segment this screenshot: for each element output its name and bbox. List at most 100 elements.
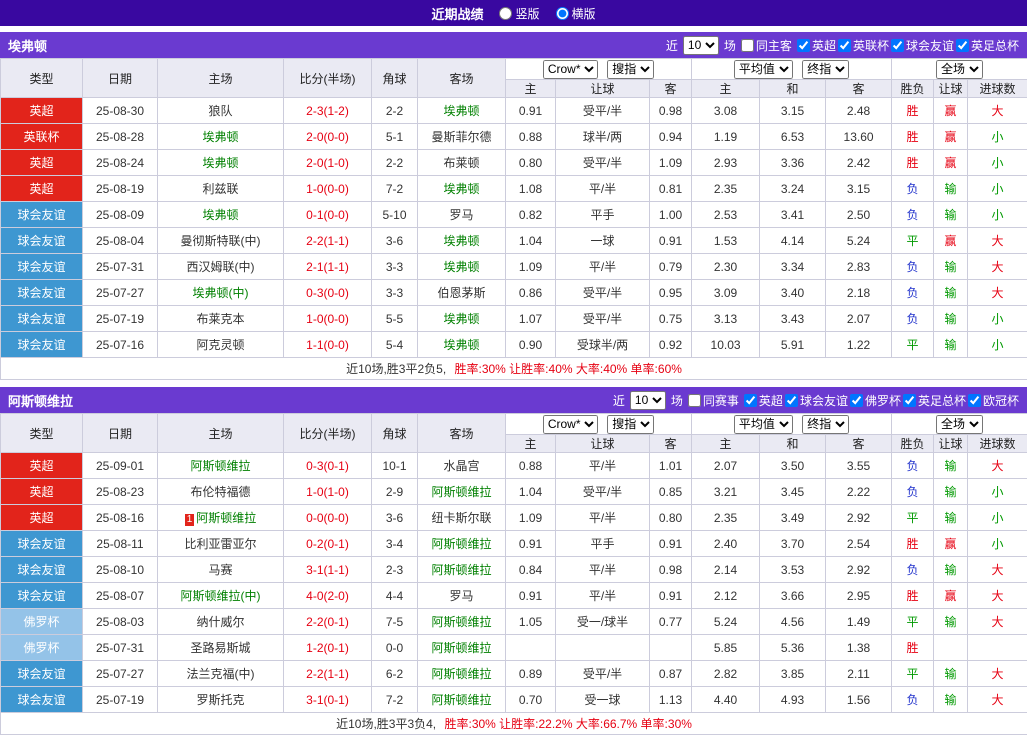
league-checkbox[interactable] bbox=[796, 38, 810, 52]
match-date: 25-08-28 bbox=[82, 123, 158, 150]
avg-home: 10.03 bbox=[691, 331, 761, 358]
corner-score: 5-10 bbox=[371, 201, 418, 228]
summary-record: 近10场,胜3平3负4, bbox=[336, 717, 437, 731]
horizontal-radio[interactable] bbox=[555, 6, 569, 20]
league-checkbox[interactable] bbox=[743, 393, 757, 407]
final-odds-select[interactable]: 终指 bbox=[802, 59, 850, 79]
top-bar: 近期战绩 竖版 横版 bbox=[0, 0, 1027, 26]
col-away: 客场 bbox=[417, 413, 506, 453]
col-avg-draw: 和 bbox=[759, 79, 827, 98]
odds-mode-select[interactable]: 搜指 bbox=[607, 59, 655, 79]
home-team: 布莱克本 bbox=[157, 305, 284, 332]
matches-body: 英超 25-08-30 狼队 2-3(1-2) 2-2 埃弗顿 0.91 受平/半 0.98 3.… bbox=[0, 97, 1027, 358]
corner-score: 5-1 bbox=[371, 123, 418, 150]
result-winlose: 胜 bbox=[891, 582, 935, 609]
bookmaker-select[interactable]: Crow* bbox=[542, 59, 598, 79]
col-result-goals: 进球数 bbox=[967, 434, 1027, 453]
match-type: 英超 bbox=[0, 504, 83, 531]
league-filter[interactable]: 英超 bbox=[796, 37, 836, 54]
summary-row: 近10场,胜3平3负4, 胜率:30% 让胜率:22.2% 大率:66.7% 单… bbox=[0, 712, 1027, 735]
avg-away: 2.42 bbox=[825, 149, 893, 176]
avg-away: 2.48 bbox=[825, 97, 893, 124]
odds-mode-select[interactable]: 搜指 bbox=[607, 414, 655, 434]
league-checkbox[interactable] bbox=[849, 393, 863, 407]
match-row: 球会友谊 25-08-07 阿斯顿维拉(中) 4-0(2-0) 4-4 罗马 0.91 平/半… bbox=[0, 582, 1027, 609]
odds-away: 0.91 bbox=[648, 227, 693, 254]
league-checkbox[interactable] bbox=[837, 38, 851, 52]
league-filter[interactable]: 英联杯 bbox=[837, 37, 889, 54]
final-odds-select[interactable]: 终指 bbox=[802, 414, 850, 434]
league-filter[interactable]: 英足总杯 bbox=[902, 392, 966, 409]
same-competition-checkbox[interactable] bbox=[687, 393, 701, 407]
layout-option-vertical[interactable]: 竖版 bbox=[499, 5, 540, 22]
col-score: 比分(半场) bbox=[283, 58, 372, 98]
match-type: 英超 bbox=[0, 149, 83, 176]
match-type: 球会友谊 bbox=[0, 582, 83, 609]
same-venue-filter[interactable]: 同主客 bbox=[740, 37, 792, 54]
avg-draw: 3.66 bbox=[759, 582, 827, 609]
vertical-radio[interactable] bbox=[499, 6, 513, 20]
avg-home: 2.35 bbox=[691, 504, 761, 531]
average-select[interactable]: 平均值 bbox=[733, 59, 793, 79]
result-goals: 小 bbox=[967, 201, 1027, 228]
league-filter[interactable]: 佛罗杯 bbox=[849, 392, 901, 409]
average-controls: 平均值 终指 bbox=[691, 413, 893, 435]
scope-select[interactable]: 全场 bbox=[936, 59, 984, 79]
match-type: 英联杯 bbox=[0, 123, 83, 150]
average-select[interactable]: 平均值 bbox=[733, 414, 793, 434]
avg-away: 1.56 bbox=[825, 686, 893, 713]
avg-draw: 3.40 bbox=[759, 279, 827, 306]
odds-handicap: 受平/半 bbox=[555, 279, 650, 306]
league-filter[interactable]: 英超 bbox=[743, 392, 783, 409]
avg-home: 2.40 bbox=[691, 530, 761, 557]
odds-away: 0.75 bbox=[648, 305, 693, 332]
match-count-select[interactable]: 10 bbox=[682, 35, 719, 55]
avg-draw: 3.15 bbox=[759, 97, 827, 124]
col-avg-draw: 和 bbox=[759, 434, 827, 453]
away-team: 伯恩茅斯 bbox=[417, 279, 506, 306]
match-date: 25-08-04 bbox=[82, 227, 158, 254]
avg-draw: 3.85 bbox=[759, 660, 827, 687]
corner-score: 2-3 bbox=[371, 556, 418, 583]
match-date: 25-08-19 bbox=[82, 175, 158, 202]
league-checkbox[interactable] bbox=[902, 393, 916, 407]
match-date: 25-08-23 bbox=[82, 478, 158, 505]
avg-home: 2.12 bbox=[691, 582, 761, 609]
league-label: 英联杯 bbox=[852, 38, 889, 53]
team-section-aston-villa: 阿斯顿维拉 近 10 场 同赛事 英超 球会友谊 佛罗杯 英足总杯 欧冠杯 类型 日期 … bbox=[0, 387, 1027, 735]
league-checkbox[interactable] bbox=[955, 38, 969, 52]
match-type: 佛罗杯 bbox=[0, 634, 83, 661]
avg-draw: 3.50 bbox=[759, 452, 827, 479]
avg-away: 1.22 bbox=[825, 331, 893, 358]
home-team: 埃弗顿 bbox=[157, 149, 284, 176]
same-competition-filter[interactable]: 同赛事 bbox=[687, 392, 739, 409]
near-label: 近 bbox=[612, 393, 625, 408]
odds-handicap: 一球 bbox=[555, 227, 650, 254]
match-count-select[interactable]: 10 bbox=[629, 390, 666, 410]
away-team: 埃弗顿 bbox=[417, 305, 506, 332]
league-checkbox[interactable] bbox=[967, 393, 981, 407]
league-checkbox[interactable] bbox=[890, 38, 904, 52]
same-venue-checkbox[interactable] bbox=[740, 38, 754, 52]
odds-home: 1.08 bbox=[505, 175, 556, 202]
layout-option-horizontal[interactable]: 横版 bbox=[555, 5, 596, 22]
avg-draw: 4.14 bbox=[759, 227, 827, 254]
avg-draw: 4.56 bbox=[759, 608, 827, 635]
team-name: 埃弗顿 bbox=[8, 38, 48, 54]
league-filter[interactable]: 球会友谊 bbox=[890, 37, 954, 54]
bookmaker-select[interactable]: Crow* bbox=[542, 414, 598, 434]
league-checkbox[interactable] bbox=[784, 393, 798, 407]
avg-away: 2.92 bbox=[825, 556, 893, 583]
col-date: 日期 bbox=[82, 58, 158, 98]
home-team: 阿斯顿维拉(中) bbox=[157, 582, 284, 609]
league-filter[interactable]: 欧冠杯 bbox=[967, 392, 1019, 409]
col-odds-home: 主 bbox=[505, 79, 556, 98]
avg-home: 2.82 bbox=[691, 660, 761, 687]
league-filter[interactable]: 英足总杯 bbox=[955, 37, 1019, 54]
scope-select[interactable]: 全场 bbox=[936, 414, 984, 434]
result-handicap: 输 bbox=[933, 452, 969, 479]
result-goals: 大 bbox=[967, 279, 1027, 306]
league-filter[interactable]: 球会友谊 bbox=[784, 392, 848, 409]
match-score: 3-1(1-1) bbox=[283, 556, 372, 583]
league-label: 欧冠杯 bbox=[982, 393, 1019, 408]
